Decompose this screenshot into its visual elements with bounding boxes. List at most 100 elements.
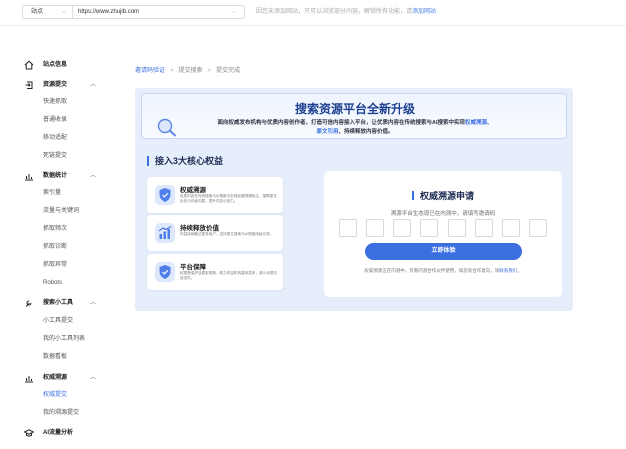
sidebar-subitem[interactable]: 抓取频次 bbox=[0, 222, 120, 236]
benefit-title: 权威溯源 bbox=[180, 187, 206, 194]
sidebar-subitem[interactable]: 我的溯源提交 bbox=[0, 406, 120, 420]
sidebar-subitem-label: Robots bbox=[43, 280, 63, 286]
sidebar-subitem-label: 移动适配 bbox=[43, 135, 68, 141]
sidebar-subitem-label: 抓取诊断 bbox=[43, 244, 68, 250]
sidebar-subitem-label: 权威提交 bbox=[43, 392, 68, 398]
apply-note-tail: 。 bbox=[517, 268, 522, 273]
sidebar-item-label: 站点信息 bbox=[43, 62, 68, 68]
shield-icon bbox=[155, 185, 175, 205]
banner-desc-highlight: 权威溯源、 bbox=[465, 120, 493, 126]
sidebar-item-label: 资源提交 bbox=[43, 82, 68, 88]
site-url-value: https://www.zhujib.com bbox=[78, 9, 140, 15]
sidebar-subitem-active[interactable]: 权威提交 bbox=[0, 388, 120, 402]
chevron-down-icon: ⌵ bbox=[231, 9, 236, 15]
sidebar-subitem-label: 死链提交 bbox=[43, 153, 68, 159]
chevron-up-icon: ︿ bbox=[90, 375, 97, 381]
banner-desc-highlight: 原文引用 bbox=[316, 129, 339, 135]
sidebar-item-resource-submit[interactable]: 资源提交 ︿ bbox=[0, 78, 120, 92]
invite-code-box[interactable] bbox=[339, 219, 357, 237]
chevron-up-icon: ︿ bbox=[90, 82, 97, 88]
sidebar-subitem-label: 小工具提交 bbox=[43, 318, 74, 324]
benefit-card-guarantee: 平台保障 权限受保护且稳定更新，助力内容机构高效发布，减少优质内容流失。 bbox=[147, 254, 283, 290]
sidebar-subitem[interactable]: 抓取诊断 bbox=[0, 240, 120, 254]
chevron-right-icon: > bbox=[207, 68, 212, 74]
sidebar-subitem-label: 抓取频次 bbox=[43, 226, 68, 232]
sidebar-item-ai-analysis[interactable]: AI流量分析 bbox=[0, 426, 120, 440]
upgrade-banner: 搜索资源平台全新升级 面向权威发布机构与优质内容创作者，打造可信内容接入平台，让… bbox=[141, 93, 567, 139]
top-notice: 因您未添加网站，只可以浏览部分内容。解锁所有功能，请添加网站 bbox=[256, 5, 436, 19]
sidebar-subitem[interactable]: 抓取异常 bbox=[0, 258, 120, 272]
sidebar-item-label: 权威溯源 bbox=[43, 375, 68, 381]
site-url-input[interactable]: https://www.zhujib.com ⌵ bbox=[72, 5, 245, 19]
benefit-card-authority: 权威溯源 优质内容在传统搜索与AI搜索中实现权威溯源标注，保障原文出处与作者归属… bbox=[147, 177, 283, 213]
title-accent-bar bbox=[411, 191, 414, 200]
apply-note: 权威溯源正在内测中，仅限内测合作伙伴使用，如您有合作意向，请联系我们。 bbox=[324, 268, 562, 274]
banner-desc-line1: 面向权威发布机构与优质内容创作者，打造可信内容接入平台，让优质内容在传统搜索与A… bbox=[142, 118, 568, 126]
chevron-up-icon: ︿ bbox=[90, 300, 97, 306]
growth-chart-icon bbox=[155, 223, 175, 243]
sidebar-item-label: 搜索小工具 bbox=[43, 300, 74, 306]
sidebar-subitem[interactable]: 数据看板 bbox=[0, 350, 120, 364]
sidebar-subitem-label: 快速抓取 bbox=[43, 99, 68, 105]
sidebar-subitem-label: 索引量 bbox=[43, 190, 62, 196]
benefit-desc: 权限受保护且稳定更新，助力内容机构高效发布，减少优质内容流失。 bbox=[180, 271, 278, 280]
top-bar: 站点 ⌵ https://www.zhujib.com ⌵ 因您未添加网站，只可… bbox=[0, 0, 626, 26]
apply-hint: 溯源平台生态现已在内测中，请填写邀请码 bbox=[390, 211, 496, 217]
apply-title: 权威溯源申请 bbox=[324, 189, 562, 202]
sidebar-item-mini-tools[interactable]: 搜索小工具 ︿ bbox=[0, 296, 120, 310]
invite-code-box[interactable] bbox=[366, 219, 385, 237]
banner-desc-text: 、持续释放内容价值。 bbox=[338, 129, 394, 135]
invite-code-box[interactable] bbox=[501, 219, 520, 237]
sidebar-item-label: 数据统计 bbox=[43, 173, 68, 179]
breadcrumb-step-invite[interactable]: 邀请码验证 bbox=[135, 68, 165, 74]
sidebar-subitem[interactable]: 死链提交 bbox=[0, 149, 120, 163]
breadcrumb: 邀请码验证 > 提交搜索 > 提交完成 bbox=[135, 66, 240, 76]
top-notice-text: 因您未添加网站，只可以浏览部分内容。解锁所有功能，请 bbox=[256, 9, 413, 15]
benefit-desc: 内容持续触达更多用户，支持原文搜索与AI搜索持续引流。 bbox=[180, 232, 274, 236]
banner-title: 搜索资源平台全新升级 bbox=[294, 102, 415, 116]
shield-check-icon bbox=[155, 262, 175, 282]
benefit-desc: 优质内容在传统搜索与AI搜索中实现权威溯源标注，保障原文出处与作者归属，提升内容… bbox=[180, 194, 277, 203]
sidebar-subitem[interactable]: 快速抓取 bbox=[0, 95, 120, 109]
invite-code-box[interactable] bbox=[393, 219, 412, 237]
sidebar-subitem[interactable]: 移动适配 bbox=[0, 131, 120, 145]
chart-icon bbox=[25, 376, 33, 383]
sidebar-subitem[interactable]: 索引量 bbox=[0, 186, 120, 200]
chevron-right-icon: > bbox=[170, 68, 174, 74]
invite-code-box[interactable] bbox=[447, 219, 466, 237]
sidebar-subitem[interactable]: 我的小工具列表 bbox=[0, 332, 120, 346]
sidebar-item-data-stats[interactable]: 数据统计 ︿ bbox=[0, 169, 120, 183]
chevron-up-icon: ︿ bbox=[90, 173, 97, 179]
invite-code-inputs bbox=[339, 219, 547, 237]
sidebar-item-label: AI流量分析 bbox=[43, 430, 74, 436]
sidebar-subitem-label: 我的小工具列表 bbox=[43, 336, 86, 342]
try-now-button[interactable]: 立即体验 bbox=[365, 243, 522, 260]
sidebar-item-site-info[interactable]: 站点信息 bbox=[0, 58, 120, 72]
contact-us-link[interactable]: 联系我们 bbox=[499, 268, 517, 273]
sidebar-subitem-label: 数据看板 bbox=[43, 354, 68, 360]
breadcrumb-step-complete: 提交完成 bbox=[216, 68, 241, 74]
apply-title-text: 权威溯源申请 bbox=[419, 191, 474, 201]
sidebar-subitem-label: 抓取异常 bbox=[43, 262, 68, 268]
site-selector[interactable]: 站点 ⌵ bbox=[22, 5, 72, 19]
graduation-cap-icon bbox=[24, 429, 34, 437]
banner-desc-text: 面向权威发布机构与优质内容创作者，打造可信内容接入平台，让优质内容在传统搜索与A… bbox=[217, 120, 465, 126]
apply-panel: 权威溯源申请 溯源平台生态现已在内测中，请填写邀请码 立即体验 权威溯源正在内测… bbox=[324, 171, 562, 297]
benefit-card-value: 持续释放价值 内容持续触达更多用户，支持原文搜索与AI搜索持续引流。 bbox=[147, 215, 283, 251]
sidebar-subitem[interactable]: 流量与关键词 bbox=[0, 204, 120, 218]
invite-code-box[interactable] bbox=[420, 219, 439, 237]
benefit-title: 平台保障 bbox=[180, 264, 206, 271]
home-icon bbox=[24, 60, 34, 70]
sidebar-subitem[interactable]: 普通收录 bbox=[0, 113, 120, 127]
add-site-link[interactable]: 添加网站 bbox=[412, 9, 436, 15]
sidebar: 站点信息 资源提交 ︿ 快速抓取 普通收录 移动适配 死链提交 数据统计 ︿ 索… bbox=[0, 26, 120, 449]
sidebar-subitem-label: 我的溯源提交 bbox=[43, 410, 80, 416]
sidebar-subitem[interactable]: 小工具提交 bbox=[0, 314, 120, 328]
sidebar-subitem[interactable]: Robots bbox=[0, 276, 120, 290]
site-selector-label: 站点 bbox=[31, 9, 44, 15]
apply-note-text: 权威溯源正在内测中，仅限内测合作伙伴使用，如您有合作意向，请 bbox=[364, 268, 500, 273]
sidebar-item-authority[interactable]: 权威溯源 ︿ bbox=[0, 371, 120, 385]
invite-code-box[interactable] bbox=[474, 219, 493, 237]
sidebar-subitem-label: 流量与关键词 bbox=[43, 208, 80, 214]
invite-code-box[interactable] bbox=[529, 219, 547, 237]
